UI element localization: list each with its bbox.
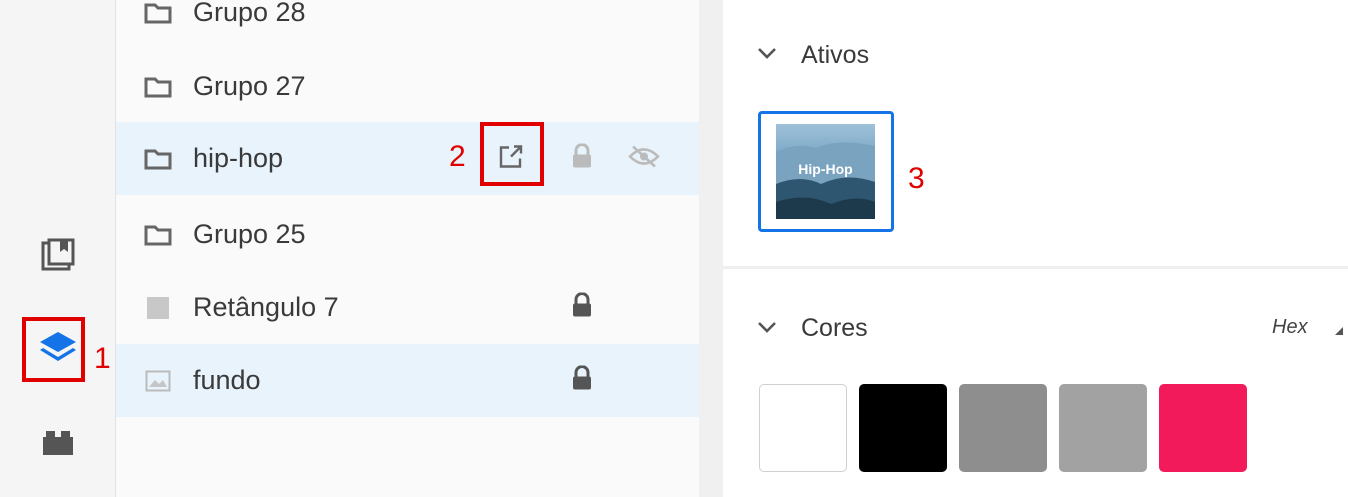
- layer-row[interactable]: Grupo 28: [116, 0, 699, 49]
- image-icon: [144, 368, 172, 394]
- mode-dropdown-icon[interactable]: [1333, 324, 1345, 342]
- annotation-3: 3: [908, 162, 925, 195]
- color-swatch-light-gray[interactable]: [1059, 384, 1147, 472]
- layer-label: fundo: [193, 365, 261, 395]
- assets-section-title[interactable]: Ativos: [801, 41, 869, 70]
- colors-section-title[interactable]: Cores: [801, 314, 868, 343]
- color-swatch-white[interactable]: [759, 384, 847, 472]
- layer-row[interactable]: Grupo 25: [116, 198, 699, 271]
- layer-row[interactable]: Retângulo 7: [116, 271, 699, 344]
- chevron-down-icon[interactable]: [757, 46, 777, 65]
- section-divider: [723, 266, 1348, 269]
- panel-gap: [699, 0, 723, 497]
- layer-row-selected[interactable]: fundo: [116, 344, 699, 417]
- layer-row-selected[interactable]: hip-hop: [116, 122, 699, 195]
- lock-icon[interactable]: [570, 142, 594, 174]
- highlight-box-2: [480, 122, 544, 186]
- color-swatch-black[interactable]: [859, 384, 947, 472]
- folder-icon: [144, 146, 172, 172]
- chevron-down-icon[interactable]: [757, 320, 777, 339]
- folder-icon: [144, 222, 172, 248]
- hidden-eye-icon[interactable]: [628, 143, 660, 174]
- layer-label: Retângulo 7: [193, 292, 339, 322]
- layer-label: Grupo 27: [193, 71, 306, 101]
- annotation-2: 2: [449, 140, 466, 173]
- left-rail: [0, 0, 117, 497]
- folder-icon: [144, 74, 172, 100]
- color-swatch-gray[interactable]: [959, 384, 1047, 472]
- annotation-1: 1: [94, 342, 111, 375]
- lock-icon[interactable]: [570, 291, 594, 323]
- layer-label: Grupo 25: [193, 219, 306, 249]
- layer-row[interactable]: Grupo 27: [116, 50, 699, 123]
- color-swatch-pink[interactable]: [1159, 384, 1247, 472]
- rectangle-icon: [144, 295, 172, 321]
- layer-label: Grupo 28: [193, 0, 306, 27]
- color-mode-label[interactable]: Hex: [1272, 316, 1308, 339]
- documents-icon[interactable]: [36, 233, 80, 277]
- thumbnail-text: Hip-Hop: [798, 161, 853, 177]
- properties-panel: Ativos Hip-Hop Cores Hex: [723, 0, 1348, 497]
- layers-panel: Grupo 28 Grupo 27 hip-hop Grupo 25 Retân…: [116, 0, 699, 497]
- layer-label: hip-hop: [193, 143, 284, 173]
- folder-icon: [144, 0, 172, 26]
- asset-thumbnail: Hip-Hop: [776, 124, 875, 219]
- asset-thumbnail-frame[interactable]: Hip-Hop: [758, 111, 894, 232]
- lock-icon[interactable]: [570, 364, 594, 396]
- highlight-box-1: [22, 317, 85, 382]
- plugins-icon[interactable]: [36, 420, 80, 464]
